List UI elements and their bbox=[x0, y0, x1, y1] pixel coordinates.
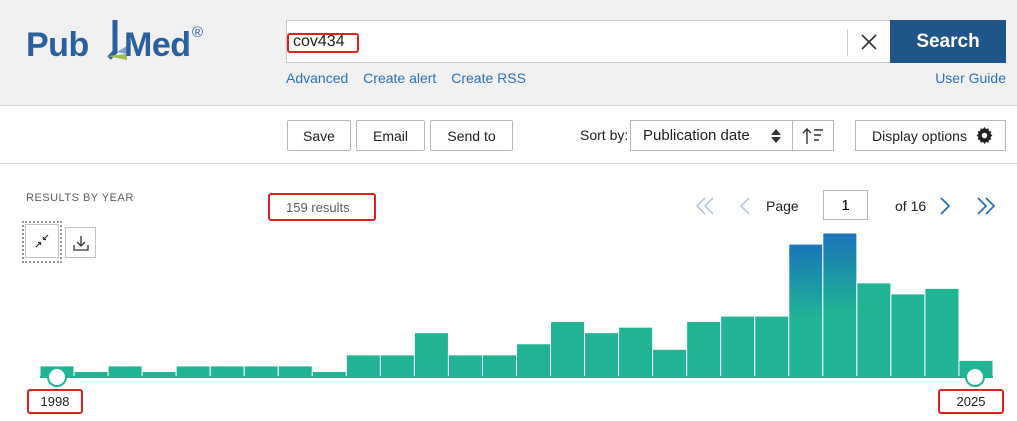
year-bar-2009[interactable] bbox=[413, 332, 449, 378]
email-button[interactable]: Email bbox=[356, 120, 425, 151]
results-toolbar: Save Email Send to Sort by: Publication … bbox=[0, 106, 1017, 164]
year-bar-2024[interactable] bbox=[924, 287, 960, 378]
start-year-handle[interactable] bbox=[47, 367, 67, 387]
advanced-link[interactable]: Advanced bbox=[286, 70, 348, 86]
end-year-handle[interactable] bbox=[965, 367, 985, 387]
create-alert-link[interactable]: Create alert bbox=[363, 70, 436, 86]
results-count: 159 results bbox=[268, 193, 376, 221]
year-bar-2014[interactable] bbox=[584, 332, 620, 378]
sort-select[interactable]: Publication date bbox=[630, 120, 793, 151]
collapse-icon bbox=[35, 234, 49, 248]
chevron-left-icon bbox=[739, 197, 750, 215]
display-options-label: Display options bbox=[872, 127, 967, 144]
logo-text-pub: Pub bbox=[26, 26, 89, 64]
first-page-button[interactable] bbox=[694, 192, 716, 220]
year-bar-2023[interactable] bbox=[890, 293, 926, 378]
search-input[interactable] bbox=[293, 30, 833, 54]
double-chevron-left-icon bbox=[695, 197, 714, 215]
next-page-button[interactable] bbox=[937, 192, 953, 220]
year-bar-2010[interactable] bbox=[447, 354, 483, 378]
year-bar-2005[interactable] bbox=[277, 365, 313, 378]
header: Pub Med ® Search Advanced Create alert C… bbox=[0, 0, 1017, 106]
year-bar-2019[interactable] bbox=[754, 315, 790, 378]
gear-icon bbox=[976, 127, 993, 144]
page-number-input[interactable] bbox=[823, 190, 868, 220]
query-highlight bbox=[287, 33, 359, 53]
sort-value: Publication date bbox=[643, 127, 750, 144]
year-bar-2002[interactable] bbox=[175, 365, 211, 378]
logo-text-med: Med bbox=[124, 26, 191, 64]
user-guide-link[interactable]: User Guide bbox=[935, 70, 1006, 86]
year-bar-2012[interactable] bbox=[516, 343, 552, 378]
year-bar-1999[interactable] bbox=[73, 370, 109, 378]
send-to-button[interactable]: Send to bbox=[430, 120, 513, 151]
divider bbox=[847, 29, 848, 56]
sort-direction-button[interactable] bbox=[793, 120, 834, 151]
year-bar-2008[interactable] bbox=[379, 354, 415, 378]
year-bar-2021[interactable] bbox=[822, 232, 858, 378]
results-by-year-heading: RESULTS BY YEAR bbox=[26, 192, 134, 204]
year-bar-2006[interactable] bbox=[311, 370, 347, 378]
download-csv-button[interactable] bbox=[65, 227, 96, 258]
year-bar-2011[interactable] bbox=[481, 354, 517, 378]
page-total: of 16 bbox=[895, 198, 927, 214]
chevron-right-icon bbox=[940, 197, 951, 215]
year-bar-2018[interactable] bbox=[720, 315, 756, 378]
display-options-button[interactable]: Display options bbox=[855, 120, 1006, 151]
year-bar-2001[interactable] bbox=[141, 370, 177, 378]
year-bar-2004[interactable] bbox=[243, 365, 279, 378]
year-bar-2013[interactable] bbox=[550, 321, 586, 378]
collapse-chart-button[interactable] bbox=[25, 224, 59, 258]
sort-arrows-icon bbox=[771, 129, 781, 143]
save-button[interactable]: Save bbox=[287, 120, 351, 151]
double-chevron-right-icon bbox=[977, 197, 996, 215]
year-bar-2020[interactable] bbox=[788, 243, 824, 378]
start-year-label: 1998 bbox=[27, 389, 83, 414]
year-bar-2007[interactable] bbox=[345, 354, 381, 378]
end-year-label: 2025 bbox=[938, 389, 1004, 414]
last-page-button[interactable] bbox=[975, 192, 997, 220]
create-rss-link[interactable]: Create RSS bbox=[451, 70, 526, 86]
year-bar-2003[interactable] bbox=[209, 365, 245, 378]
previous-page-button[interactable] bbox=[737, 192, 753, 220]
year-bar-2015[interactable] bbox=[618, 326, 654, 378]
year-bar-2017[interactable] bbox=[686, 321, 722, 378]
search-box bbox=[286, 20, 890, 63]
sort-by-label: Sort by: bbox=[580, 127, 629, 143]
pubmed-logo[interactable]: Pub Med ® bbox=[26, 18, 216, 68]
year-bar-2000[interactable] bbox=[107, 365, 143, 378]
download-icon bbox=[72, 235, 89, 251]
registered-mark: ® bbox=[192, 24, 204, 41]
search-button[interactable]: Search bbox=[890, 20, 1006, 63]
year-bar-2016[interactable] bbox=[652, 348, 688, 378]
close-icon bbox=[861, 34, 877, 50]
sort-order-icon bbox=[802, 127, 823, 144]
page-label: Page bbox=[766, 198, 799, 214]
search-sublinks: Advanced Create alert Create RSS bbox=[286, 70, 537, 86]
clear-search-button[interactable] bbox=[853, 27, 885, 57]
year-bar-2022[interactable] bbox=[856, 282, 892, 378]
